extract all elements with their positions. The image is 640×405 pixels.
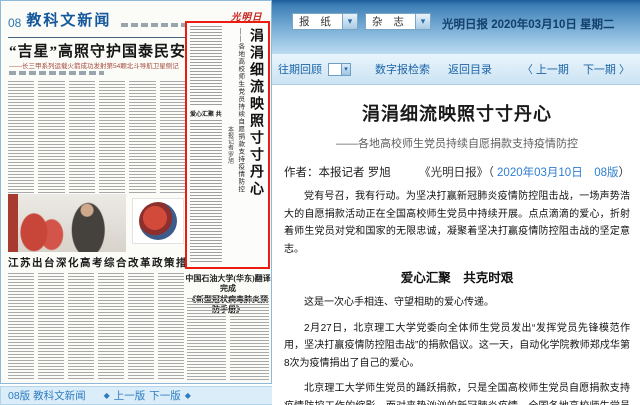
vertical-subtitle: ——各地高校师生党员持续自愿捐款支持疫情防控 (235, 28, 245, 257)
reader-panel: 报 纸 ▾ 杂 志 ▾ 光明日报 2020年03月10日 星期二 往期回顾 ▾ … (272, 0, 640, 405)
footer-page-label: 08版 教科文新闻 (8, 388, 86, 403)
paper-type-select-value: 报 纸 (293, 14, 342, 29)
newsprint-column (160, 81, 186, 193)
chevron-down-icon[interactable]: ▾ (415, 14, 430, 29)
article-paragraph: 这是一次心手相连、守望相助的爱心传递。 (284, 294, 630, 312)
newspaper-page-image: 08 教科文新闻 光明日报 “吉星”高照守护国泰民安 ——长三甲系列运载火箭成功… (0, 0, 272, 384)
paper-type-select[interactable]: 报 纸 ▾ (292, 13, 358, 30)
reader-nav-bar: 往期回顾 ▾ 数字报检索 返回目录 〈 上一期 下一期 〉 (272, 54, 640, 85)
newsprint-column (69, 81, 95, 193)
newsprint-column (68, 273, 94, 381)
article-paragraph: 北京理工大学师生党员的踊跃捐款，只是全国高校师生党员自愿捐款支持疫情防控工作的缩… (284, 380, 630, 405)
next-issue-link[interactable]: 下一期 〉 (583, 61, 630, 77)
article-subtitle: ——各地高校师生党员持续自愿捐款支持疫情防控 (284, 135, 630, 151)
page-footer-bar: 08版 教科文新闻 ◆ 上一版 下一版 ◆ (0, 386, 310, 405)
source-page[interactable]: 08版 (594, 167, 618, 179)
body-text-columns-bottom (8, 273, 184, 381)
digital-reader-window: 08 教科文新闻 光明日报 “吉星”高照守护国泰民安 ——长三甲系列运载火箭成功… (0, 0, 640, 405)
news-photo-circle (139, 202, 177, 240)
article-title: 涓涓细流映照寸寸丹心 (284, 100, 630, 126)
news-photo-card (132, 198, 184, 244)
newsprint-column (98, 273, 124, 381)
lead-byline-placeholder (9, 71, 104, 75)
vertical-title-block: 本报记者 罗旭 ——各地高校师生党员持续自愿捐款支持疫情防控 涓涓细流映照寸寸丹… (224, 26, 266, 264)
back-issues-link[interactable]: 往期回顾 (278, 61, 322, 77)
article-section-heading: 爱心汇聚 共克时艰 (284, 267, 630, 286)
article-source: 《光明日报》（ 2020年03月10日 08版） (419, 164, 630, 180)
article-author: 作者：本报记者 罗旭 (284, 164, 391, 180)
digital-search-link[interactable]: 数字报检索 (375, 61, 430, 77)
lead-headline: “吉星”高照守护国泰民安 (9, 40, 189, 61)
article-paragraph: 2月27日，北京理工大学党委向全体师生党员发出“发挥党员先锋模范作用，坚决打赢疫… (284, 320, 630, 373)
magazine-select-value: 杂 志 (366, 14, 415, 29)
source-prefix: 《光明日报》（ (419, 167, 497, 179)
body-text-columns-right (187, 298, 269, 382)
body-text-columns-top (8, 81, 186, 193)
source-space (583, 167, 595, 179)
date-picker-box[interactable] (328, 63, 342, 76)
chevron-down-icon[interactable]: ▾ (342, 14, 357, 29)
third-headline-line1: 中国石油大学(华东)翻译完成 (185, 274, 271, 295)
prev-issue-link[interactable]: 〈 上一期 (522, 61, 569, 77)
reader-header: 报 纸 ▾ 杂 志 ▾ 光明日报 2020年03月10日 星期二 (272, 0, 640, 54)
newsprint-column (8, 81, 34, 193)
date-picker-icon[interactable]: ▾ (328, 63, 351, 76)
newsprint-column (158, 273, 184, 381)
newsprint-column (38, 273, 64, 381)
highlighted-article-body: 爱心汇聚 共克时艰 (190, 26, 222, 264)
header-rule (8, 37, 186, 38)
lead-subhead: ——长三甲系列运载火箭成功发射第54颗北斗导航卫星侧记 (9, 60, 187, 70)
prev-page-link[interactable]: 上一版 (114, 388, 146, 403)
newsprint-column (99, 81, 125, 193)
newsprint-column (230, 298, 269, 382)
article-body: 党有号召，我有行动。为坚决打赢新冠肺炎疫情防控阻击战，一场声势浩大的自愿捐款活动… (284, 188, 630, 405)
newsprint-column (129, 81, 155, 193)
section-title: 教科文新闻 (26, 9, 111, 30)
article-meta-row: 作者：本报记者 罗旭 《光明日报》（ 2020年03月10日 08版） (284, 164, 630, 180)
highlighted-article-region[interactable]: 爱心汇聚 共克时艰 本报记者 罗旭 ——各地高校师生党员持续自愿捐款支持疫情防控… (185, 21, 270, 269)
second-headline: 江苏出台深化高考综合改革政策措施 (8, 255, 186, 270)
diamond-icon: ◆ (185, 391, 191, 400)
newsprint-column (187, 298, 226, 382)
newsprint-filler (190, 26, 222, 107)
source-date: 2020年03月10日 (497, 167, 583, 179)
inner-section-heading: 爱心汇聚 共克时艰 (190, 109, 222, 118)
newsprint-column (8, 273, 34, 381)
diamond-icon: ◆ (104, 391, 110, 400)
news-photo-classroom (8, 194, 126, 252)
article-paragraph: 党有号召，我有行动。为坚决打赢新冠肺炎疫情防控阻击战，一场声势浩大的自愿捐款活动… (284, 188, 630, 258)
article-view: 涓涓细流映照寸寸丹心 ——各地高校师生党员持续自愿捐款支持疫情防控 作者：本报记… (272, 85, 640, 405)
source-suffix: ） (619, 167, 631, 179)
page-number: 08 (8, 16, 21, 30)
next-page-link[interactable]: 下一版 (149, 388, 181, 403)
vertical-title: 涓涓细流映照寸寸丹心 (245, 28, 265, 262)
vertical-byline: 本报记者 罗旭 (226, 126, 235, 164)
issue-date-title: 光明日报 2020年03月10日 星期二 (442, 16, 615, 32)
newsprint-column (38, 81, 64, 193)
magazine-select[interactable]: 杂 志 ▾ (365, 13, 431, 30)
chevron-down-icon[interactable]: ▾ (342, 63, 351, 76)
newsprint-column (128, 273, 154, 381)
back-to-contents-link[interactable]: 返回目录 (448, 61, 492, 77)
newsprint-filler (190, 120, 222, 264)
